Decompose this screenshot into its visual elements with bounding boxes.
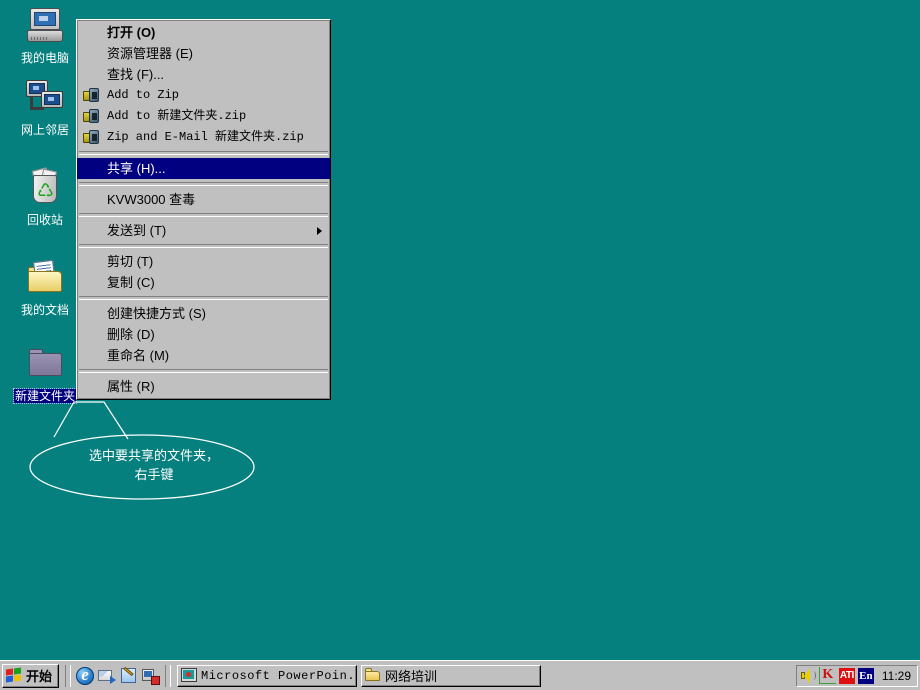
task-button-powerpoint[interactable]: Microsoft PowerPoin... <box>177 664 358 687</box>
menu-item-rename[interactable]: 重命名 (M) <box>77 345 330 366</box>
network-neighborhood-icon <box>25 78 65 118</box>
desktop-icon-label: 新建文件夹 <box>12 388 78 404</box>
callout-line-2: 右手键 <box>134 467 174 482</box>
menu-item-find[interactable]: 查找 (F)... <box>77 64 330 85</box>
winzip-icon <box>83 109 99 124</box>
recycle-bin-icon: ♺ <box>25 167 65 208</box>
menu-separator <box>79 151 328 155</box>
menu-item-label: Add to Zip <box>107 88 180 102</box>
menu-item-zip-and-email[interactable]: Zip and E-Mail 新建文件夹.zip <box>77 127 330 148</box>
quick-launch-bar[interactable] <box>74 665 162 685</box>
start-button[interactable]: 开始 <box>2 663 60 688</box>
chevron-right-icon <box>317 226 322 235</box>
desktop-icon-label: 网上邻居 <box>20 123 69 137</box>
menu-separator <box>79 296 328 300</box>
menu-item-explorer[interactable]: 资源管理器 (E) <box>77 43 330 64</box>
menu-item-label: 复制 (C) <box>107 275 155 290</box>
menu-item-label: 创建快捷方式 (S) <box>107 306 206 321</box>
task-button-label: 网络培训 <box>385 669 438 684</box>
menu-item-kvw3000-scan[interactable]: KVW3000 查毒 <box>77 189 330 210</box>
menu-item-label: Zip and E-Mail 新建文件夹.zip <box>107 130 304 144</box>
start-button-label: 开始 <box>26 669 53 684</box>
internet-explorer-icon[interactable] <box>76 665 95 685</box>
powerpoint-icon <box>181 668 198 683</box>
task-button-list: Microsoft PowerPoin... 网络培训 <box>174 664 793 687</box>
menu-item-label: 删除 (D) <box>107 327 155 342</box>
menu-item-properties[interactable]: 属性 (R) <box>77 376 330 397</box>
menu-separator <box>79 182 328 186</box>
menu-item-add-to-zip[interactable]: Add to Zip <box>77 85 330 106</box>
menu-item-label: 查找 (F)... <box>107 67 165 82</box>
taskbar-divider <box>65 664 72 687</box>
task-button-network-training[interactable]: 网络培训 <box>361 664 542 687</box>
taskbar[interactable]: 开始 Microsoft PowerPoin... 网络培训 <box>0 660 920 690</box>
menu-item-label: 发送到 (T) <box>107 223 167 238</box>
desktop-icon-label: 我的电脑 <box>20 51 69 65</box>
menu-item-label: KVW3000 查毒 <box>107 192 196 207</box>
task-button-label: Microsoft PowerPoin... <box>201 668 358 683</box>
ati-icon[interactable]: ATI <box>838 667 855 684</box>
context-menu[interactable]: 打开 (O) 资源管理器 (E) 查找 (F)... Add to Zip Ad… <box>76 19 331 400</box>
menu-item-share[interactable]: 共享 (H)... <box>77 158 330 179</box>
menu-item-label: 共享 (H)... <box>107 161 166 176</box>
menu-item-label: 打开 (O) <box>107 25 156 40</box>
folder-icon <box>25 344 65 384</box>
volume-icon[interactable] <box>800 668 816 684</box>
menu-item-add-to-named-zip[interactable]: Add to 新建文件夹.zip <box>77 106 330 127</box>
menu-item-label: 资源管理器 (E) <box>107 46 193 61</box>
windows-logo-icon <box>6 667 23 683</box>
desktop-icon-label: 我的文档 <box>20 303 69 317</box>
callout-text: 选中要共享的文件夹， 右手键 <box>34 446 274 484</box>
menu-item-open[interactable]: 打开 (O) <box>77 22 330 43</box>
paint-icon[interactable] <box>120 666 138 685</box>
taskbar-clock[interactable]: 11:29 <box>877 669 913 683</box>
menu-item-label: 剪切 (T) <box>107 254 154 269</box>
menu-separator <box>79 244 328 248</box>
callout-line-1: 选中要共享的文件夹， <box>88 448 219 463</box>
menu-item-delete[interactable]: 删除 (D) <box>77 324 330 345</box>
winzip-icon <box>83 130 99 145</box>
menu-item-label: 重命名 (M) <box>107 348 170 363</box>
menu-item-label: 属性 (R) <box>107 379 155 394</box>
winzip-icon <box>83 88 99 103</box>
my-computer-icon <box>25 6 65 46</box>
menu-item-copy[interactable]: 复制 (C) <box>77 272 330 293</box>
my-documents-icon <box>25 258 65 298</box>
outlook-express-icon[interactable] <box>98 667 117 685</box>
system-tray[interactable]: K ATI En 11:29 <box>795 664 918 687</box>
menu-separator <box>79 213 328 217</box>
menu-separator <box>79 369 328 373</box>
menu-item-label: Add to 新建文件夹.zip <box>107 109 247 123</box>
desktop[interactable]: 我的电脑 网上邻居 ♺ 回收站 我的文档 新建文件夹 打开 (O) 资源管理器 … <box>0 0 920 660</box>
ime-language-icon[interactable]: En <box>857 667 874 684</box>
menu-item-send-to[interactable]: 发送到 (T) <box>77 220 330 241</box>
desktop-icon-label: 回收站 <box>26 213 63 227</box>
kv-antivirus-icon[interactable]: K <box>818 667 836 684</box>
menu-item-create-shortcut[interactable]: 创建快捷方式 (S) <box>77 303 330 324</box>
annotation-callout: 选中要共享的文件夹， 右手键 <box>14 398 294 508</box>
taskbar-divider <box>165 664 172 687</box>
folder-icon <box>365 668 381 683</box>
show-desktop-icon[interactable] <box>142 667 161 685</box>
callout-shape <box>29 401 255 500</box>
menu-item-cut[interactable]: 剪切 (T) <box>77 251 330 272</box>
